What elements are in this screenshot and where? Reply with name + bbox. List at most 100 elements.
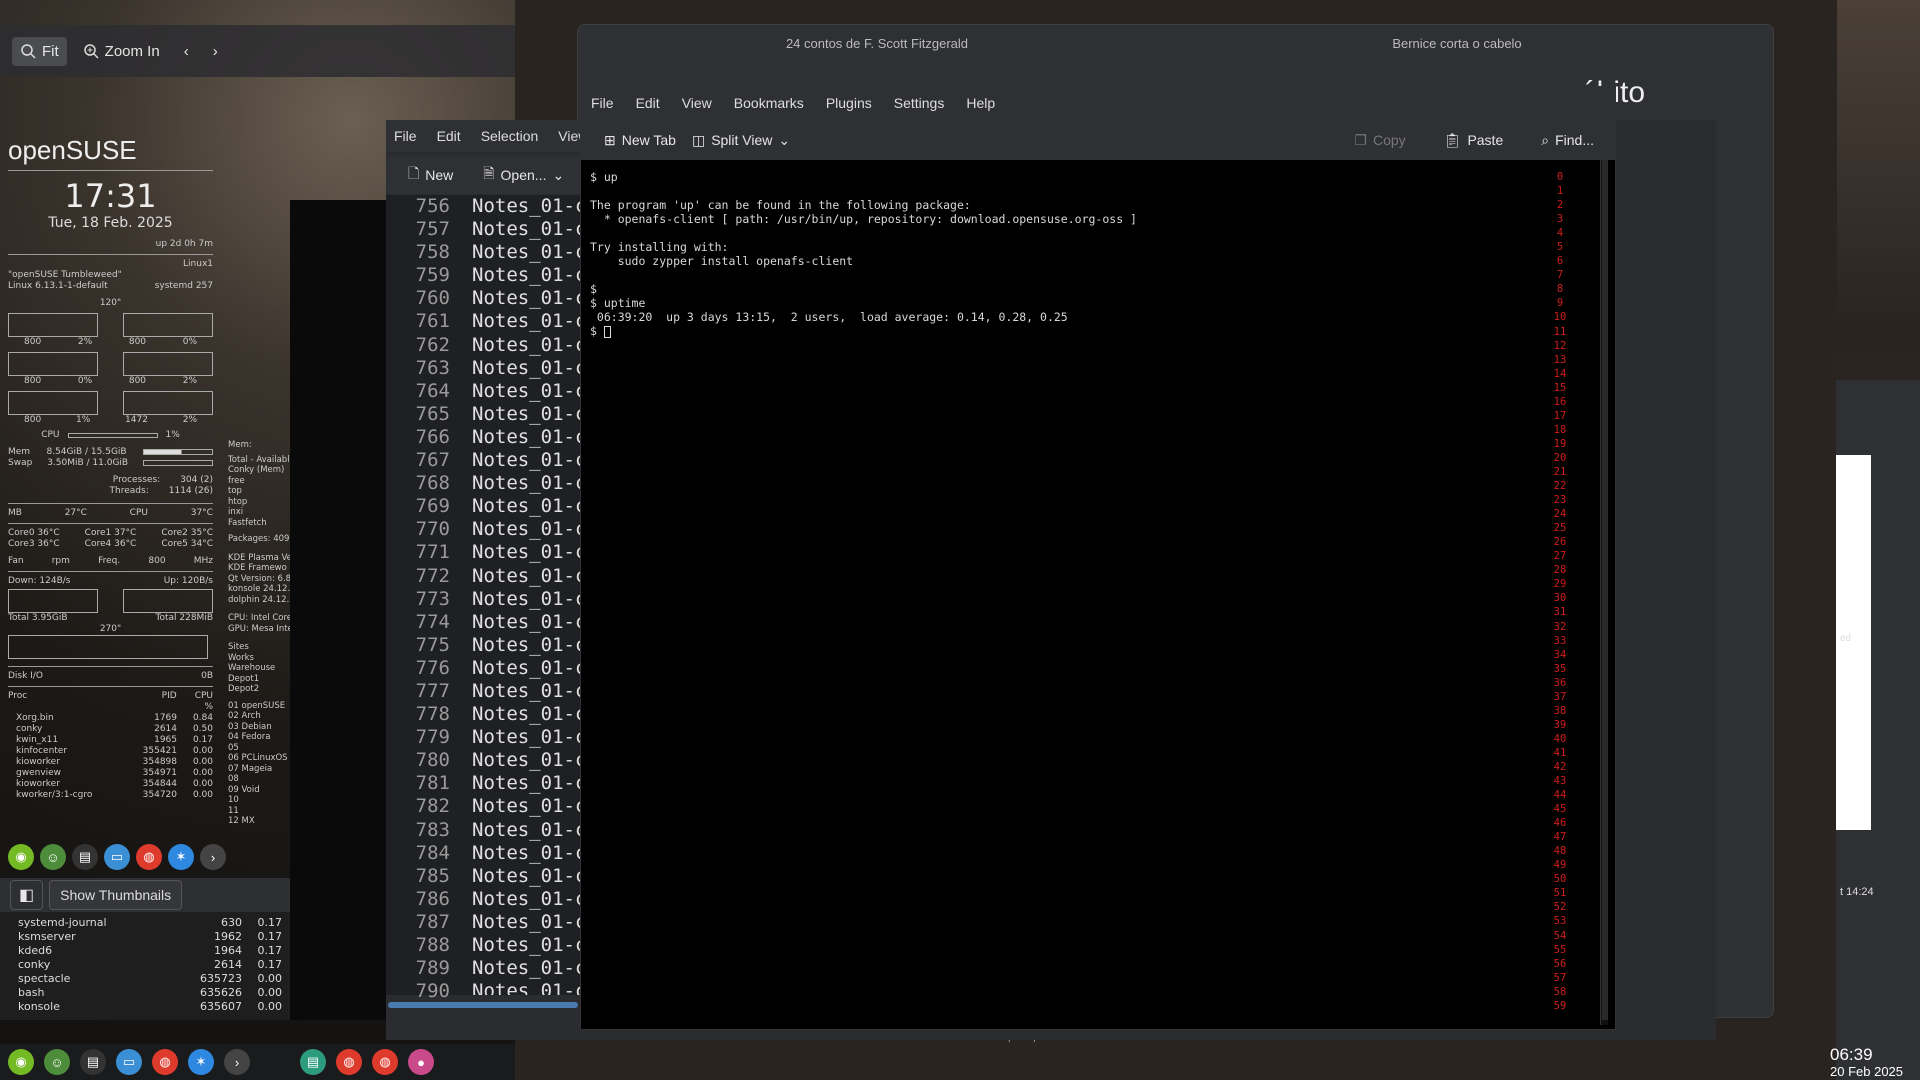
network-launcher-icon[interactable]: ✶ bbox=[188, 1049, 214, 1075]
proc-name: kioworker bbox=[16, 757, 60, 767]
distro-item: 09 Void bbox=[228, 784, 260, 795]
kate-menu-item[interactable]: Selection bbox=[481, 128, 539, 144]
opensuse-icon[interactable]: ◉ bbox=[8, 844, 34, 870]
proc-name: kwin_x11 bbox=[16, 735, 59, 745]
task-chrome2-icon[interactable]: ◍ bbox=[372, 1049, 398, 1075]
copy-button[interactable]: ❐ Copy bbox=[1346, 126, 1413, 155]
kate-menu-item[interactable]: Edit bbox=[437, 128, 461, 144]
konsole-menu-item[interactable]: Settings bbox=[894, 95, 945, 111]
proc-pid: 635607 bbox=[200, 1000, 242, 1013]
konsole-menu-item[interactable]: Bookmarks bbox=[734, 95, 804, 111]
distro-item: 12 MX bbox=[228, 816, 255, 826]
chrome-icon[interactable]: ◍ bbox=[136, 844, 162, 870]
konsole-scrollbar[interactable] bbox=[1600, 160, 1608, 1025]
terminal-line: Try installing with: bbox=[590, 240, 729, 254]
conky-proc-row: kioworker 354844 0.00 bbox=[8, 779, 213, 790]
line-number: 771 bbox=[415, 541, 450, 564]
task-media-icon[interactable]: ● bbox=[408, 1049, 434, 1075]
site-item: Warehouse bbox=[228, 663, 276, 673]
terminal-launcher-icon[interactable]: ▤ bbox=[80, 1049, 106, 1075]
konsole-menu-item[interactable]: View bbox=[682, 95, 712, 111]
doc-tab-2[interactable]: Bernice corta o cabelo bbox=[1177, 36, 1737, 51]
fan-unit: rpm bbox=[51, 556, 70, 566]
konsole-menu-item[interactable]: Edit bbox=[636, 95, 660, 111]
line-number: 765 bbox=[415, 402, 450, 425]
terminal-line-number: 46 bbox=[1553, 817, 1567, 830]
proc-pid: 2614 bbox=[214, 958, 242, 971]
task-chrome-icon[interactable]: ◍ bbox=[336, 1049, 362, 1075]
network-icon[interactable]: ✶ bbox=[168, 844, 194, 870]
editor-line: Notes_01-c bbox=[472, 356, 583, 379]
new-button[interactable]: 🗋 New bbox=[400, 157, 461, 193]
forward-button[interactable]: › bbox=[205, 37, 226, 66]
more-icon[interactable]: › bbox=[200, 844, 226, 870]
proc-pid: 354844 bbox=[142, 779, 177, 789]
terminal-line-number: 55 bbox=[1553, 943, 1567, 956]
zoom-in-icon bbox=[83, 44, 99, 59]
gecko-launcher-icon[interactable]: ☺ bbox=[44, 1049, 70, 1075]
sidebar-toggle-button[interactable]: ◧ bbox=[10, 880, 44, 910]
mem-item: free bbox=[228, 475, 245, 486]
proc-cpu: 0.00 bbox=[257, 1000, 283, 1013]
scrollbar-thumb[interactable] bbox=[388, 1002, 578, 1008]
conky-os-short: Linux1 bbox=[183, 259, 213, 269]
konsole-menu-item[interactable]: File bbox=[591, 95, 614, 111]
kate-horizontal-scrollbar[interactable] bbox=[386, 1000, 586, 1010]
proc-list-row: conky 2614 0.17 bbox=[18, 958, 282, 972]
task-terminal-icon[interactable]: ▤ bbox=[300, 1049, 326, 1075]
distro-item: 06 PCLinuxOS bbox=[228, 753, 288, 763]
kate-menu-item[interactable]: File bbox=[394, 128, 417, 144]
konsole-terminal-output[interactable]: $ up The program 'up' can be found in the… bbox=[590, 170, 1540, 570]
site-item: Works bbox=[228, 652, 254, 663]
kate-toolbar: 🗋 New 🗎 Open... ⌄ bbox=[386, 156, 586, 194]
mem-item: top bbox=[228, 486, 242, 496]
fit-button[interactable]: Fit bbox=[12, 36, 67, 66]
proc-pid: 635626 bbox=[200, 986, 242, 999]
terminal-line-number: 24 bbox=[1553, 508, 1567, 521]
copy-label: Copy bbox=[1372, 132, 1406, 148]
konsole-menu-item[interactable]: Plugins bbox=[826, 95, 872, 111]
gecko-icon[interactable]: ☺ bbox=[40, 844, 66, 870]
mb-temp: 27°C bbox=[64, 508, 87, 518]
chrome-launcher-icon[interactable]: ◍ bbox=[152, 1049, 178, 1075]
paste-button[interactable]: 📋︎ Paste bbox=[1436, 126, 1512, 155]
folder-launcher-icon[interactable]: ▭ bbox=[116, 1049, 142, 1075]
mem-val: 8.54GiB / 15.5GiB bbox=[46, 447, 127, 457]
far-right-note2: t 14:24 bbox=[1840, 886, 1874, 898]
konsole-menu-item[interactable]: Help bbox=[966, 95, 995, 111]
proc-cpu: 0.17 bbox=[257, 958, 283, 971]
conky-uptime: up 2d 0h 7m bbox=[155, 239, 213, 249]
split-view-icon: ◫ bbox=[691, 131, 706, 148]
terminal-line-number: 52 bbox=[1553, 901, 1567, 914]
window-shadow bbox=[290, 200, 386, 1020]
show-thumbnails-button[interactable]: Show Thumbnails bbox=[49, 880, 183, 910]
konsole-scrollbar-thumb[interactable] bbox=[1602, 160, 1608, 1020]
back-button[interactable]: ‹ bbox=[176, 37, 197, 66]
folder-icon[interactable]: ▭ bbox=[104, 844, 130, 870]
kate-editor-text[interactable]: Notes_01-c Notes_01-c Notes_01-c Notes_01-c… bbox=[468, 195, 583, 995]
fit-label: Fit bbox=[42, 42, 59, 60]
open-button[interactable]: 🗎 Open... ⌄ bbox=[475, 157, 572, 193]
split-view-button[interactable]: ◫ Split View ⌄ bbox=[684, 126, 798, 155]
terminal-line: 06:39:20 up 3 days 13:15, 2 users, load … bbox=[590, 310, 1068, 324]
info-item: KDE Framewo bbox=[228, 563, 287, 573]
cpu-freq-val: 800 bbox=[24, 415, 42, 425]
terminal-line-number: 0 bbox=[1556, 171, 1564, 183]
new-tab-button[interactable]: ⊞ New Tab bbox=[596, 126, 684, 155]
terminal-icon[interactable]: ▤ bbox=[72, 844, 98, 870]
conky-proc-row: kwin_x11 1965 0.17 bbox=[8, 735, 213, 746]
opensuse-launcher-icon[interactable]: ◉ bbox=[8, 1049, 34, 1075]
terminal-line: sudo zypper install openafs-client bbox=[590, 254, 854, 268]
line-number: 762 bbox=[415, 333, 450, 356]
terminal-line-number: 47 bbox=[1553, 831, 1567, 844]
proc-hdr-pid: PID bbox=[161, 691, 177, 701]
find-button[interactable]: ⌕ Find... bbox=[1533, 126, 1602, 155]
doc-tab-1[interactable]: 24 contos de F. Scott Fitzgerald bbox=[577, 36, 1177, 51]
distro-item: 02 Arch bbox=[228, 711, 261, 721]
kate-line-numbers: 756 757 758 759 760 761 762 763 764 765 766 767 768 7… bbox=[386, 195, 468, 1002]
zoom-in-button[interactable]: Zoom In bbox=[75, 37, 168, 66]
mem-header: Mem: bbox=[228, 440, 252, 450]
conky-proc-list: Xorg.bin 1769 0.84 conky 2614 0.50 kwin_x11 196… bbox=[8, 713, 213, 801]
more-launcher-icon[interactable]: › bbox=[224, 1049, 250, 1075]
line-number: 773 bbox=[415, 587, 450, 610]
